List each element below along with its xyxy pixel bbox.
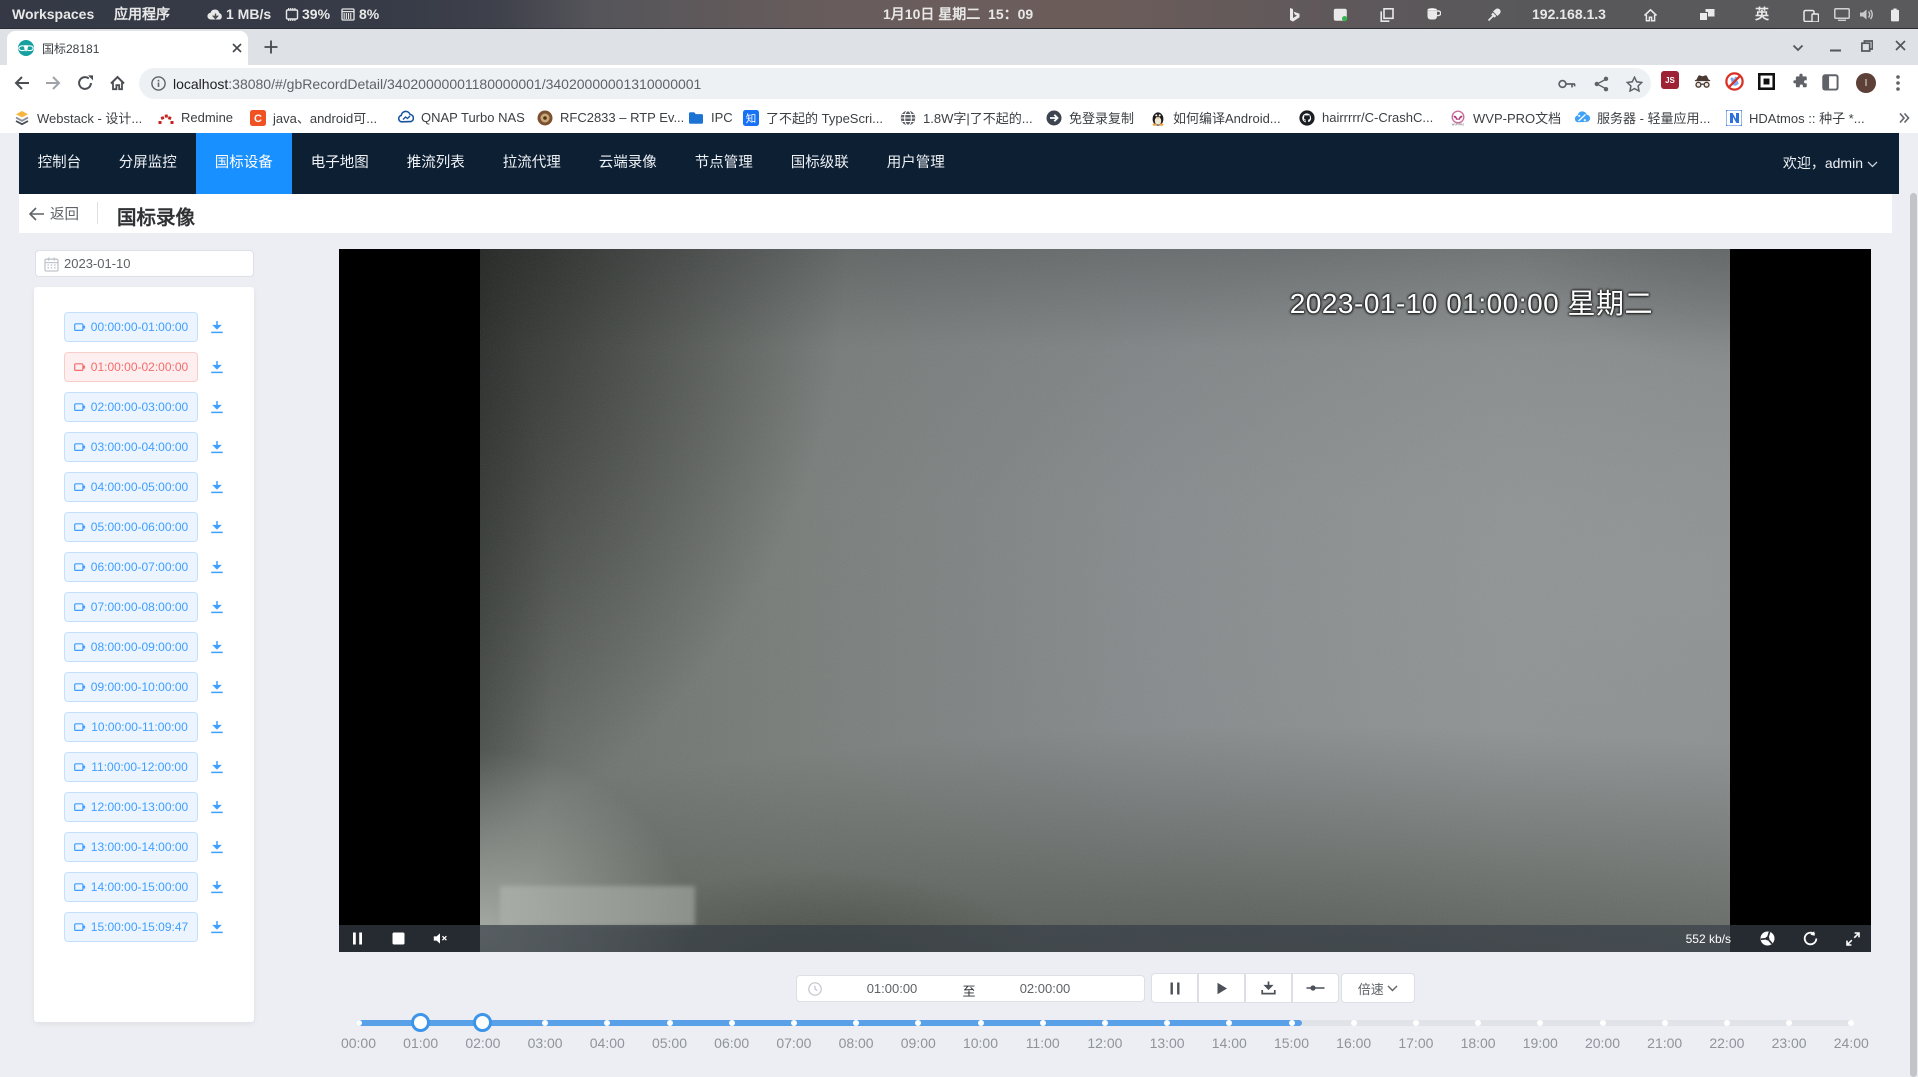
svg-text:知: 知 [746,112,757,125]
svg-text:C: C [254,113,262,125]
svg-text:WVP-PRO: WVP-PRO [1452,122,1464,125]
